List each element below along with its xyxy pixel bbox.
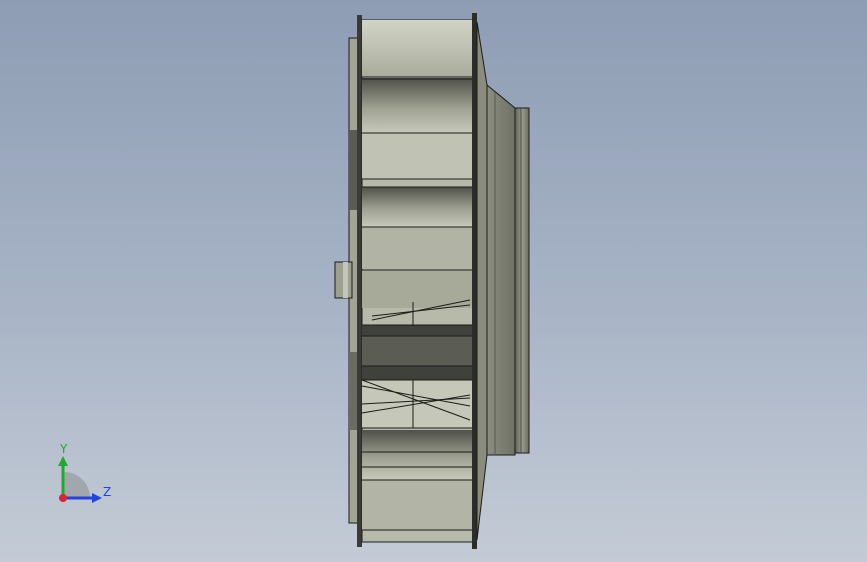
impeller-blades <box>361 19 474 543</box>
front-shroud <box>472 13 477 549</box>
hub-shaft <box>334 261 353 299</box>
triad-y-label: Y <box>60 442 68 456</box>
orientation-triad[interactable]: Y Z <box>40 440 120 510</box>
triad-axes-graphic <box>58 456 102 503</box>
triad-z-label: Z <box>103 485 112 499</box>
inlet-ring <box>514 107 530 454</box>
fan-impeller-model[interactable] <box>0 0 867 562</box>
graphics-viewport[interactable]: Y Z <box>0 0 867 562</box>
inlet-cone <box>476 21 516 541</box>
